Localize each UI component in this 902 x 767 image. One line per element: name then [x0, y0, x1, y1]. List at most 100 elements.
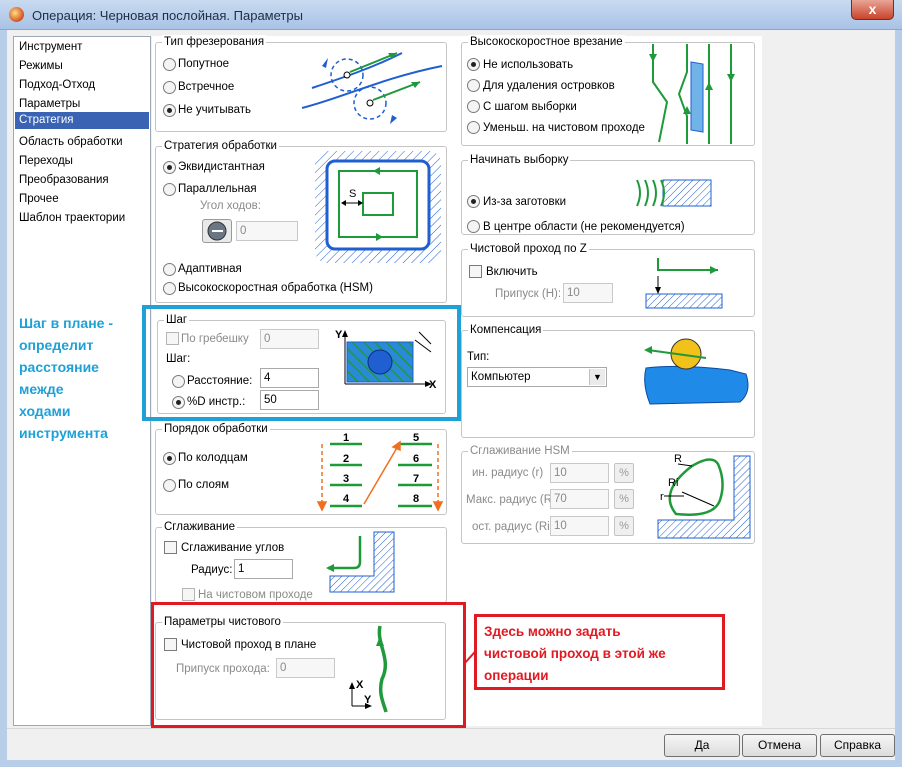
hsm-max-radius-label: Макс. радиус (R)	[466, 494, 556, 506]
radio-hs-step[interactable]	[467, 100, 480, 113]
corner-smoothing-checkbox[interactable]	[164, 541, 177, 554]
radio-center[interactable]	[467, 220, 480, 233]
radio-from-stock-label: Из-за заготовки	[483, 196, 567, 208]
hs-entry-title: Высокоскоростное врезание	[468, 35, 625, 49]
finish-z-allowance-label: Припуск (H):	[495, 288, 562, 300]
hsm-max-radius-input[interactable]: 70	[550, 489, 609, 509]
milling-type-title: Тип фрезерования	[162, 35, 267, 49]
order-num-1: 1	[343, 432, 349, 444]
radius-label: Радиус:	[191, 564, 233, 576]
finish-z-checkbox[interactable]	[469, 265, 482, 278]
angle-dial-button[interactable]	[202, 219, 232, 243]
dial-icon	[207, 221, 227, 241]
radio-hs-finish[interactable]	[467, 121, 480, 134]
radio-hs-none-label: Не использовать	[483, 59, 574, 71]
nav-item-other[interactable]: Прочее	[15, 191, 149, 208]
radio-by-pockets[interactable]	[163, 452, 176, 465]
radio-hsm-label: Высокоскоростная обработка (HSM)	[178, 282, 373, 294]
hsm-pic-R: R	[674, 453, 682, 465]
finish-smoothing-label: На чистовом проходе	[198, 589, 313, 601]
hsm-smoothing-title: Сглаживание HSM	[468, 444, 572, 458]
hsm-rest-percent-button[interactable]: %	[614, 516, 634, 536]
radio-parallel-label: Параллельная	[178, 183, 257, 195]
radio-ignore[interactable]	[163, 104, 176, 117]
finish-smoothing-checkbox[interactable]	[182, 588, 195, 601]
cancel-button[interactable]: Отмена	[742, 734, 817, 757]
app-icon	[9, 7, 24, 22]
radio-conventional[interactable]	[163, 81, 176, 94]
order-diagram: 1 2 3 4 5 6 7 8	[316, 432, 444, 512]
help-button[interactable]: Справка	[820, 734, 895, 757]
comp-type-value: Компьютер	[471, 371, 531, 383]
hsm-pic-Ri: Ri	[668, 477, 678, 489]
step-annotation-text: Шаг в плане - определит расстояние межде…	[19, 315, 114, 441]
nav-item-tool[interactable]: Инструмент	[15, 39, 149, 56]
hsm-rest-radius-input[interactable]: 10	[550, 516, 609, 536]
radio-parallel[interactable]	[163, 183, 176, 196]
finish-z-label: Включить	[486, 266, 538, 278]
radio-by-layers-label: По слоям	[178, 479, 229, 491]
nav-item-modes[interactable]: Режимы	[15, 58, 149, 75]
radio-center-label: В центре области (не рекомендуется)	[483, 221, 685, 233]
step-highlight-box	[142, 305, 461, 421]
close-icon: x	[868, 1, 877, 17]
strategy-diagram: S	[315, 151, 441, 263]
radius-input[interactable]: 1	[234, 559, 293, 579]
radio-hs-step-label: С шагом выборки	[483, 101, 577, 113]
radio-by-layers[interactable]	[163, 479, 176, 492]
order-num-5: 5	[413, 432, 419, 444]
nav-item-area[interactable]: Область обработки	[15, 134, 149, 151]
finish-annotation-text: Здесь можно задать чистовой проход в это…	[484, 624, 666, 683]
angle-label: Угол ходов:	[200, 200, 261, 212]
angle-input[interactable]: 0	[236, 221, 298, 241]
radio-equidistant[interactable]	[163, 161, 176, 174]
radio-hs-none[interactable]	[467, 58, 480, 71]
nav-item-params[interactable]: Параметры	[15, 96, 149, 113]
ok-button[interactable]: Да	[664, 734, 740, 757]
start-pocket-diagram	[636, 179, 712, 207]
radio-hs-islands-label: Для удаления островков	[483, 80, 615, 92]
nav-item-transitions[interactable]: Переходы	[15, 153, 149, 170]
radio-by-pockets-label: По колодцам	[178, 452, 248, 464]
nav-item-approach[interactable]: Подход-Отход	[15, 77, 149, 94]
order-title: Порядок обработки	[162, 422, 270, 436]
close-button[interactable]: x	[851, 0, 894, 20]
hsm-min-percent-button[interactable]: %	[614, 463, 634, 483]
hs-entry-diagram	[649, 44, 735, 144]
radio-from-stock[interactable]	[467, 195, 480, 208]
hsm-rest-radius-label: ост. радиус (Ri)	[472, 521, 554, 533]
order-num-4: 4	[343, 493, 350, 505]
radio-hs-islands[interactable]	[467, 79, 480, 92]
radio-adaptive-label: Адаптивная	[178, 263, 242, 275]
comp-type-label: Тип:	[467, 351, 490, 363]
order-num-2: 2	[343, 453, 349, 465]
hsm-pic-r: r	[660, 491, 664, 503]
hsm-smoothing-diagram: R Ri r	[657, 453, 751, 539]
hsm-min-radius-input[interactable]: 10	[550, 463, 609, 483]
strategy-pic-s: S	[349, 188, 356, 200]
compensation-title: Компенсация	[468, 323, 544, 337]
radio-equidistant-label: Эквидистантная	[178, 161, 265, 173]
radio-adaptive[interactable]	[163, 263, 176, 276]
radio-climb[interactable]	[163, 58, 176, 71]
hsm-max-percent-button[interactable]: %	[614, 489, 634, 509]
comp-type-select[interactable]: Компьютер ▼	[467, 367, 607, 387]
radio-ignore-label: Не учитывать	[178, 104, 251, 116]
finish-z-allowance-input[interactable]: 10	[563, 283, 613, 303]
smoothing-title: Сглаживание	[162, 520, 238, 534]
radio-hs-finish-label: Уменьш. на чистовом проходе	[483, 122, 645, 134]
radio-conventional-label: Встречное	[178, 81, 235, 93]
nav-item-strategy[interactable]: Стратегия	[15, 112, 149, 129]
order-num-8: 8	[413, 493, 419, 505]
nav-item-transforms[interactable]: Преобразования	[15, 172, 149, 189]
radio-hsm[interactable]	[163, 282, 176, 295]
smoothing-diagram	[326, 531, 395, 593]
radio-climb-label: Попутное	[178, 58, 230, 70]
strategy-title: Стратегия обработки	[162, 139, 279, 153]
compensation-diagram	[644, 338, 749, 405]
start-pocket-title: Начинать выборку	[468, 153, 571, 167]
button-bar-divider	[7, 728, 895, 729]
nav-item-template[interactable]: Шаблон траектории	[15, 210, 149, 227]
window-title: Операция: Черновая послойная. Параметры	[32, 8, 303, 23]
finish-highlight-box	[151, 602, 466, 728]
